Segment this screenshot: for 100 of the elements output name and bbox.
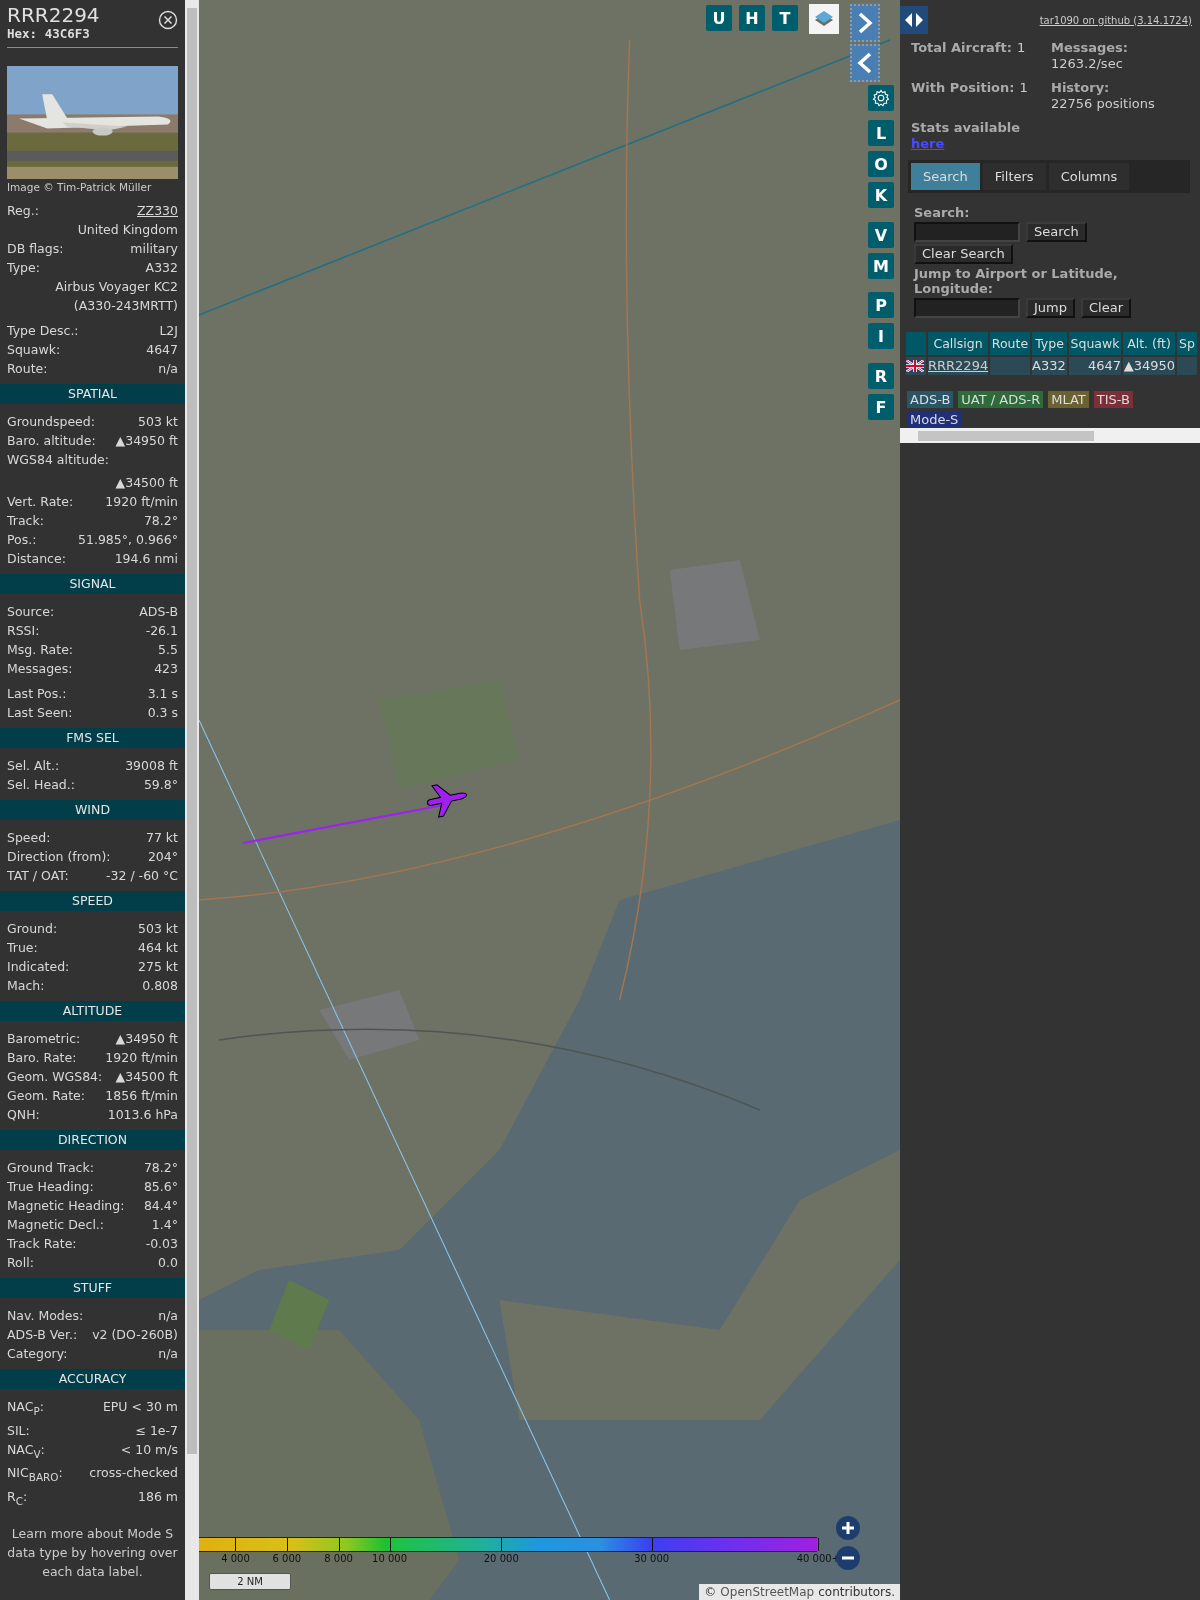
section-header: DIRECTION xyxy=(0,1130,185,1150)
field-value: 5.5 xyxy=(158,641,178,659)
map-toggle-button[interactable]: H xyxy=(739,5,765,31)
field-value: 3.1 s xyxy=(147,685,178,703)
column-header[interactable]: Route xyxy=(990,332,1030,355)
map-toggle-button[interactable]: O xyxy=(868,151,894,177)
column-header[interactable]: Callsign xyxy=(928,332,988,355)
field-label: NIC$_{BARO}$: xyxy=(7,1464,63,1485)
scrollbar[interactable] xyxy=(185,0,199,1600)
hex-code: Hex: 43C6F3 xyxy=(7,26,91,41)
column-header[interactable]: Squawk xyxy=(1069,332,1121,355)
stat-label: With Position: xyxy=(911,80,1015,96)
map-toggle-button[interactable]: V xyxy=(868,222,894,248)
registration-link[interactable]: ZZ330 xyxy=(137,201,178,220)
tab[interactable]: Columns xyxy=(1048,163,1130,190)
field-value: 204° xyxy=(147,848,178,866)
field-value: -0.03 xyxy=(145,1235,178,1253)
field-label: Msg. Rate: xyxy=(7,641,74,659)
field-label: Category: xyxy=(7,1345,68,1363)
field-value: 1920 ft/min xyxy=(105,493,178,511)
search-button[interactable]: Search xyxy=(1026,222,1087,242)
field-value: 1920 ft/min xyxy=(105,1049,178,1067)
search-field[interactable] xyxy=(914,222,1020,242)
field-value: n/a xyxy=(158,1307,178,1325)
map-toggle-button[interactable]: U xyxy=(706,5,732,31)
field-label: Sel. Alt.: xyxy=(7,757,60,775)
map-toggle-button[interactable]: P xyxy=(868,292,894,318)
field-label: DB flags: xyxy=(7,240,64,258)
field-label: Roll: xyxy=(7,1254,34,1272)
field-label: Squawk: xyxy=(7,341,61,359)
map-toggle-button[interactable]: T xyxy=(772,5,798,31)
panel-toggle-button[interactable] xyxy=(900,6,928,34)
field-value: cross-checked xyxy=(89,1464,178,1482)
field-label: NAC$_{P}$: xyxy=(7,1398,44,1419)
field-label: Source: xyxy=(7,603,55,621)
field-value: L2J xyxy=(159,322,178,340)
expand-button[interactable] xyxy=(850,4,880,42)
field-label: Indicated: xyxy=(7,958,70,976)
field-label: Last Pos.: xyxy=(7,685,67,703)
field-value: 59.8° xyxy=(143,776,178,794)
field-label: Last Seen: xyxy=(7,704,73,722)
field-label: SIL: xyxy=(7,1421,30,1440)
field-value: n/a xyxy=(158,360,178,378)
stat-label: Messages: xyxy=(1051,40,1129,56)
field-label: Groundspeed: xyxy=(7,413,95,431)
settings-button[interactable] xyxy=(868,85,894,111)
source-tag: Mode-S xyxy=(907,411,962,428)
field-label: TAT / OAT: xyxy=(7,867,69,885)
settings-icon xyxy=(872,89,890,107)
altitude-label: 4 000 xyxy=(221,1553,250,1564)
field-label: Mach: xyxy=(7,977,45,995)
jump-button[interactable]: Jump xyxy=(1026,298,1075,318)
search-label: Search: xyxy=(914,205,971,220)
column-header[interactable]: Sp xyxy=(1177,332,1197,355)
stats-note: Stats available xyxy=(911,120,1021,136)
field-label: Vert. Rate: xyxy=(7,493,74,511)
field-label: Type: xyxy=(7,259,40,277)
table-cell xyxy=(1177,357,1197,375)
left-right-arrows-icon xyxy=(904,12,924,28)
attribution-link[interactable]: OpenStreetMap xyxy=(720,1585,815,1599)
field-value: ▲34500 ft xyxy=(115,1068,178,1086)
map-toggle-button[interactable]: L xyxy=(868,120,894,146)
jump-field[interactable] xyxy=(914,298,1020,318)
field-value: 39008 ft xyxy=(125,757,178,775)
stat-label: Total Aircraft: xyxy=(911,40,1012,56)
clear-button[interactable]: Clear xyxy=(1081,298,1131,318)
field-label: QNH: xyxy=(7,1106,40,1124)
clear-search-button[interactable]: Clear Search xyxy=(914,244,1013,264)
column-header[interactable]: Type xyxy=(1032,332,1067,355)
field-label: NAC$_{V}$: xyxy=(7,1440,45,1461)
map-toggle-button[interactable]: R xyxy=(868,363,894,389)
aircraft-callsign: RRR2294 xyxy=(7,4,100,26)
callsign-link[interactable]: RRR2294 xyxy=(928,357,988,375)
section-header: ALTITUDE xyxy=(0,1001,185,1021)
field-value: 85.6° xyxy=(143,1178,178,1196)
field-label: Type Desc.: xyxy=(7,322,79,340)
scrollbar[interactable] xyxy=(900,428,1200,443)
field-label: Distance: xyxy=(7,550,66,568)
section-header: WIND xyxy=(0,800,185,820)
field-label: Nav. Modes: xyxy=(7,1307,84,1325)
map-toggle-button[interactable]: F xyxy=(868,394,894,420)
column-header[interactable]: Alt. (ft) xyxy=(1123,332,1175,355)
field-value: 1013.6 hPa xyxy=(107,1106,178,1124)
stat-value: 1263.2/sec xyxy=(1051,56,1124,72)
map-toggle-button[interactable]: I xyxy=(868,323,894,349)
map-toggle-button[interactable]: M xyxy=(868,253,894,279)
close-icon[interactable] xyxy=(158,10,178,30)
field-value: 77 kt xyxy=(145,829,178,847)
field-value: 4647 xyxy=(146,341,178,359)
tab[interactable]: Filters xyxy=(982,163,1046,190)
version-link[interactable]: tar1090 on github (3.14.1724) xyxy=(1039,14,1192,26)
collapse-button[interactable] xyxy=(850,44,880,82)
map-toggle-button[interactable]: K xyxy=(868,182,894,208)
section-header: SPATIAL xyxy=(0,384,185,404)
chevron-right-icon xyxy=(857,12,873,34)
section-header: SIGNAL xyxy=(0,574,185,594)
field-value: 503 kt xyxy=(138,920,178,938)
jump-label: Jump to Airport or Latitude, Longitude: xyxy=(914,266,1119,296)
layers-button[interactable] xyxy=(809,4,839,34)
field-value: ADS-B xyxy=(139,603,178,621)
